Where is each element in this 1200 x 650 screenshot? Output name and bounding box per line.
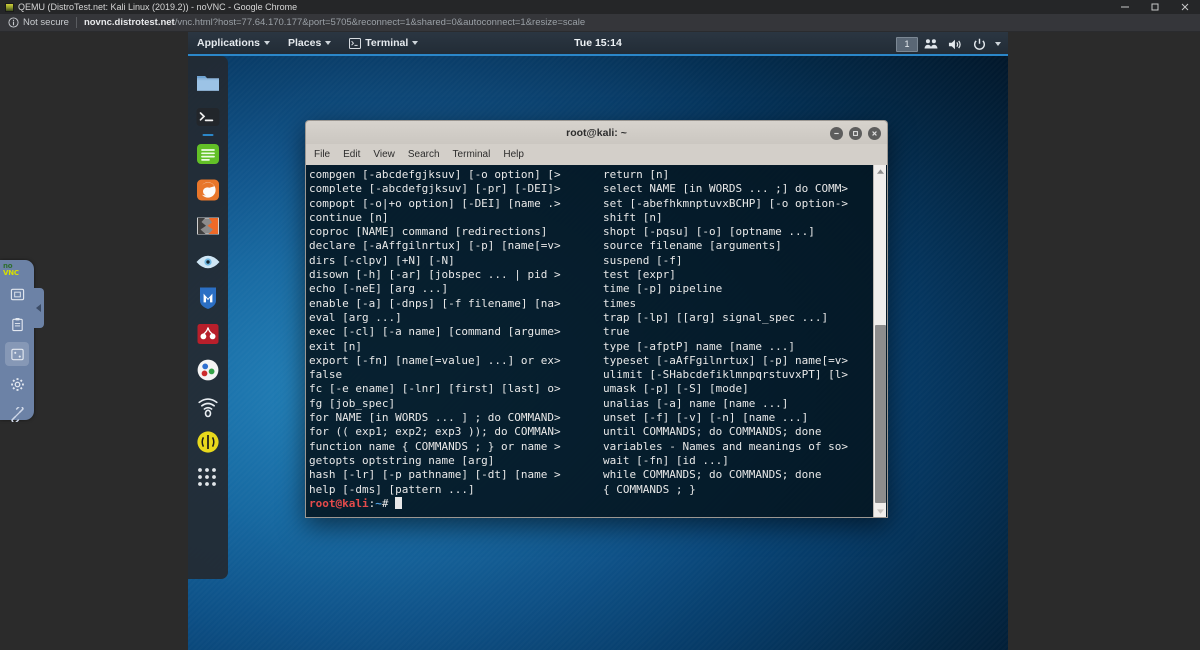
browser-toolbar: Not secure novnc.distrotest.net/vnc.html… bbox=[0, 14, 1200, 32]
disconnect-button[interactable] bbox=[5, 402, 29, 426]
chevron-down-icon bbox=[412, 41, 419, 45]
novnc-logo: no VNC bbox=[3, 263, 29, 277]
scrollbar-track[interactable] bbox=[874, 178, 887, 505]
scroll-down-arrow-icon[interactable] bbox=[874, 505, 887, 517]
volume-icon[interactable] bbox=[944, 33, 966, 55]
desktop-dock bbox=[188, 56, 228, 579]
url-path: /vnc.html?host=77.64.170.177&port=5705&r… bbox=[174, 17, 586, 28]
terminal-cursor bbox=[395, 496, 403, 509]
terminal-menu-search[interactable]: Search bbox=[408, 149, 440, 160]
menu-terminal-window[interactable]: Terminal bbox=[340, 32, 427, 54]
novnc-logo-bottom: VNC bbox=[3, 269, 19, 277]
dock-item-show-applications[interactable] bbox=[194, 464, 222, 492]
settings-button[interactable] bbox=[5, 372, 29, 396]
prompt-user-host: root@kali bbox=[309, 496, 369, 510]
favicon bbox=[5, 2, 14, 12]
menu-applications-label: Applications bbox=[197, 37, 261, 49]
terminal-output-columns: compgen [-abcdefgjksuv] [-o option] [> c… bbox=[309, 168, 873, 497]
dock-item-beef[interactable] bbox=[194, 356, 222, 384]
url-host: novnc.distrotest.net bbox=[83, 17, 175, 28]
omnibox-divider bbox=[75, 17, 77, 28]
desktop-top-panel: Applications Places Terminal Tue 15:14 1 bbox=[188, 32, 1008, 56]
minimize-button[interactable] bbox=[1110, 0, 1140, 14]
clipboard-button[interactable] bbox=[5, 312, 29, 336]
terminal-close-button[interactable] bbox=[868, 126, 881, 140]
terminal-menu-file[interactable]: File bbox=[314, 149, 330, 160]
dock-item-burpsuite[interactable] bbox=[194, 212, 222, 240]
power-icon[interactable] bbox=[968, 33, 990, 55]
terminal-menu-edit[interactable]: Edit bbox=[343, 149, 360, 160]
terminal-titlebar[interactable]: root@kali: ~ bbox=[305, 120, 888, 144]
terminal-menubar: File Edit View Search Terminal Help bbox=[305, 144, 888, 165]
novnc-bar-handle[interactable] bbox=[34, 288, 44, 328]
terminal-body[interactable]: compgen [-abcdefgjksuv] [-o option] [> c… bbox=[305, 165, 888, 518]
running-indicator bbox=[202, 133, 214, 136]
terminal-minimize-button[interactable] bbox=[830, 126, 843, 140]
terminal-scrollbar[interactable] bbox=[873, 165, 887, 517]
vnc-canvas[interactable]: Applications Places Terminal Tue 15:14 1… bbox=[188, 32, 1008, 650]
panel-tray: 1 bbox=[896, 32, 1004, 56]
terminal-icon bbox=[349, 37, 362, 49]
browser-titlebar: QEMU (DistroTest.net: Kali Linux (2019.2… bbox=[0, 0, 1200, 14]
dock-item-aircrack[interactable] bbox=[194, 428, 222, 456]
prompt-path: ~ bbox=[375, 496, 382, 510]
maximize-button[interactable] bbox=[1140, 0, 1170, 14]
dock-item-text-editor[interactable] bbox=[194, 140, 222, 168]
vnc-page-body: no VNC Applications Places Terminal Tue … bbox=[0, 32, 1200, 650]
dock-item-cherrytree[interactable] bbox=[194, 320, 222, 348]
dock-item-firefox[interactable] bbox=[194, 176, 222, 204]
scroll-up-arrow-icon[interactable] bbox=[874, 165, 887, 178]
fullscreen-button[interactable] bbox=[5, 342, 29, 366]
dock-item-files[interactable] bbox=[194, 68, 222, 96]
menu-terminal-label: Terminal bbox=[365, 37, 409, 49]
tray-dropdown-caret-icon[interactable] bbox=[992, 33, 1004, 55]
info-circle-icon[interactable] bbox=[8, 17, 19, 28]
screenshot-root: QEMU (DistroTest.net: Kali Linux (2019.2… bbox=[0, 0, 1200, 650]
close-button[interactable] bbox=[1170, 0, 1200, 14]
users-icon[interactable] bbox=[920, 33, 942, 55]
novnc-control-bar: no VNC bbox=[0, 260, 44, 422]
browser-window-controls bbox=[1110, 0, 1200, 14]
scrollbar-thumb[interactable] bbox=[874, 325, 886, 503]
terminal-window[interactable]: root@kali: ~ File Edit View Search Termi… bbox=[305, 120, 888, 518]
terminal-title: root@kali: ~ bbox=[566, 126, 627, 139]
chevron-down-icon bbox=[325, 41, 332, 45]
dock-item-terminal[interactable] bbox=[194, 104, 222, 136]
dock-item-zenmap[interactable] bbox=[194, 248, 222, 276]
menu-places[interactable]: Places bbox=[279, 32, 340, 54]
chevron-down-icon bbox=[264, 41, 271, 45]
browser-window-title: QEMU (DistroTest.net: Kali Linux (2019.2… bbox=[18, 2, 298, 12]
terminal-window-controls bbox=[830, 121, 881, 145]
terminal-menu-view[interactable]: View bbox=[373, 149, 395, 160]
menu-places-label: Places bbox=[288, 37, 322, 49]
dock-item-metasploit[interactable] bbox=[194, 284, 222, 312]
terminal-menu-help[interactable]: Help bbox=[503, 149, 524, 160]
terminal-prompt-line: root@kali:~# bbox=[309, 496, 873, 511]
dock-item-wireshark[interactable] bbox=[194, 392, 222, 420]
address-bar[interactable]: novnc.distrotest.net/vnc.html?host=77.64… bbox=[84, 17, 585, 28]
terminal-output-right-column: return [n] select NAME [in WORDS ... ;] … bbox=[603, 168, 849, 496]
keyboard-button[interactable] bbox=[5, 282, 29, 306]
workspace-indicator[interactable]: 1 bbox=[896, 36, 918, 52]
menu-applications[interactable]: Applications bbox=[188, 32, 279, 54]
security-status-label[interactable]: Not secure bbox=[23, 17, 69, 28]
terminal-output-left-column: compgen [-abcdefgjksuv] [-o option] [> c… bbox=[309, 168, 561, 496]
terminal-maximize-button[interactable] bbox=[849, 126, 862, 140]
terminal-output: compgen [-abcdefgjksuv] [-o option] [> c… bbox=[306, 168, 873, 517]
prompt-symbol: # bbox=[381, 496, 396, 510]
terminal-menu-terminal[interactable]: Terminal bbox=[453, 149, 491, 160]
